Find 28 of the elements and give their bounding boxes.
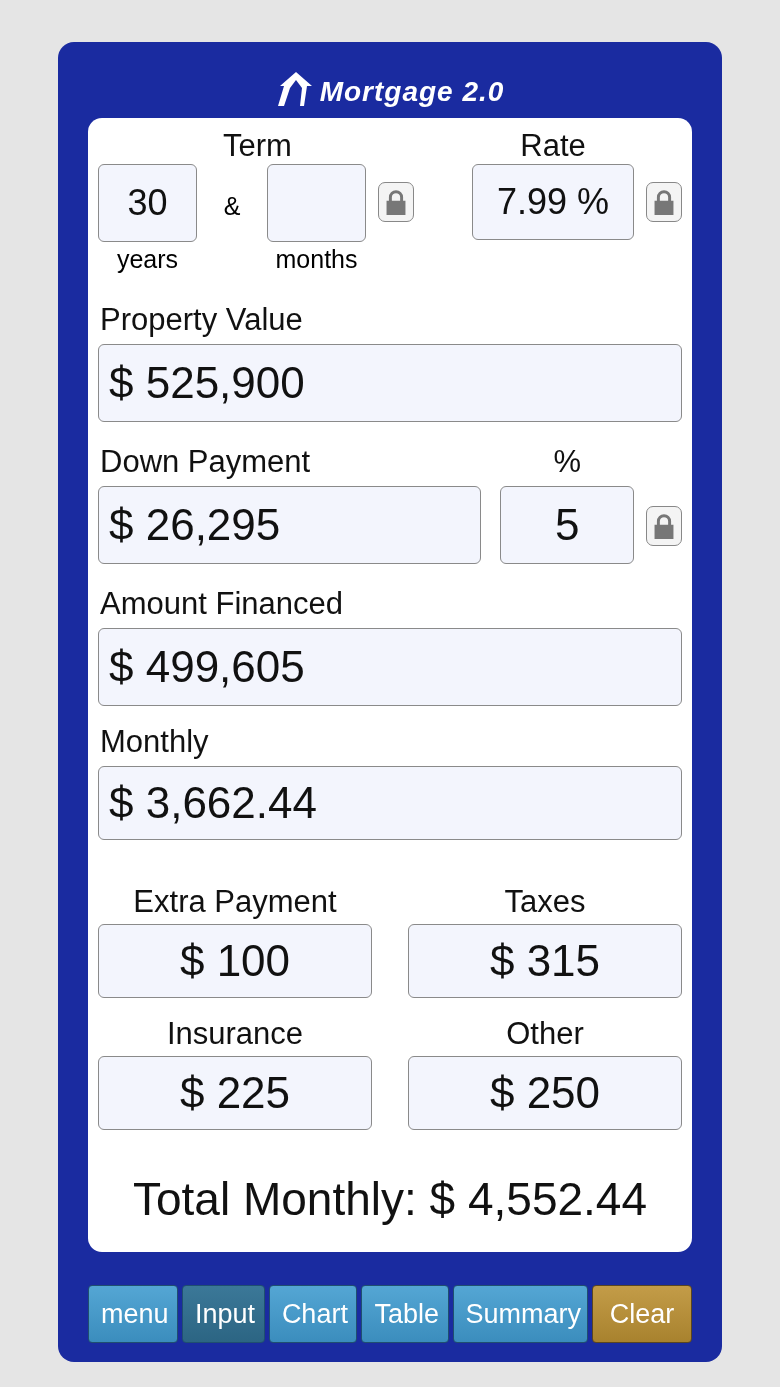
monthly-label: Monthly: [99, 724, 210, 760]
amount-field[interactable]: $ 100: [98, 924, 372, 998]
extra-label: Other: [505, 1016, 585, 1052]
total-monthly: Total Monthly: $ 4,552.44: [132, 1172, 648, 1226]
amount-financed-field[interactable]: $ 499,605: [98, 628, 682, 706]
ampersand: &: [222, 192, 242, 221]
amount-financed-label: Amount Financed: [99, 586, 344, 622]
percent-label: %: [552, 444, 582, 480]
app-title: Mortgage 2.0: [319, 76, 505, 108]
years-field[interactable]: 30: [98, 164, 197, 242]
percent-field[interactable]: 5: [500, 486, 635, 564]
amount-field[interactable]: $ 250: [408, 1056, 682, 1130]
extra-label: Insurance: [165, 1016, 305, 1052]
rate-field[interactable]: 7.99 %: [472, 164, 634, 240]
amount-field[interactable]: $ 315: [408, 924, 682, 998]
nav-button[interactable]: Input: [182, 1285, 265, 1343]
extra-label: Extra Payment: [132, 884, 338, 920]
months-caption: months: [275, 244, 358, 275]
property-value-label: Property Value: [99, 302, 304, 338]
extra-label: Taxes: [503, 884, 587, 920]
term-label: Term: [222, 128, 293, 164]
amount-field[interactable]: $ 225: [98, 1056, 372, 1130]
down-payment-field[interactable]: $ 26,295: [98, 486, 482, 564]
down-payment-label: Down Payment: [99, 444, 312, 480]
rate-label: Rate: [519, 128, 587, 164]
property-value-field[interactable]: $ 525,900: [98, 344, 682, 422]
monthly-field[interactable]: $ 3,662.44: [98, 766, 682, 840]
years-caption: years: [116, 244, 179, 275]
